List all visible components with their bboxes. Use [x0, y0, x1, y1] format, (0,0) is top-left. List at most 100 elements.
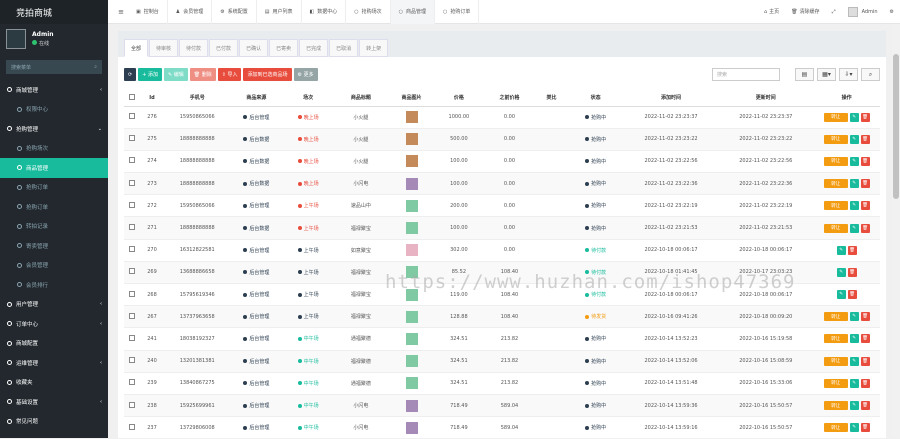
top-tab-5[interactable]: ○ 抢购场次 [346, 0, 391, 24]
table-search-input[interactable]: 搜索 [712, 68, 780, 81]
product-thumbnail[interactable] [405, 332, 418, 345]
transfer-button[interactable]: 转让 [823, 378, 848, 388]
top-tab-4[interactable]: ◧ 数据中心 [302, 0, 347, 24]
table-row[interactable]: 273 18888888888 后台数据 晚上场 小闪电 100.00 0.00 抢购中 202… [124, 172, 880, 195]
product-thumbnail[interactable] [405, 310, 418, 323]
delete-row-button[interactable]: 🗑 [860, 312, 870, 322]
transfer-button[interactable]: 转让 [823, 356, 848, 366]
row-checkbox[interactable] [128, 423, 135, 430]
menu-toggle-icon[interactable]: ≡ [114, 8, 128, 16]
delete-row-button[interactable]: 🗑 [860, 356, 870, 366]
sidebar-item-10[interactable]: 会员排行 [0, 275, 108, 295]
edit-row-button[interactable]: ✎ [849, 401, 859, 411]
top-tab-2[interactable]: ⚙ 系统配置 [212, 0, 257, 24]
product-thumbnail[interactable] [405, 133, 418, 146]
advanced-search-button[interactable]: ⌕ [861, 68, 880, 81]
edit-row-button[interactable]: ✎ [849, 312, 859, 322]
delete-row-button[interactable]: 🗑 [860, 334, 870, 344]
table-row[interactable]: 272 15950865066 后台管理 上午场 速品山中 200.00 0.00 抢购中 20… [124, 194, 880, 217]
status-tab-3[interactable]: 已付款 [209, 39, 239, 57]
sidebar-item-11[interactable]: 用户管理 ‹ [0, 295, 108, 315]
product-thumbnail[interactable] [405, 177, 418, 190]
top-tab-7[interactable]: ○ 抢购订单 [435, 0, 480, 24]
batch-add-button[interactable]: 添加到已选商品场 [243, 68, 292, 81]
sidebar-item-1[interactable]: 权限中心 [0, 100, 108, 120]
status-tab-5[interactable]: 已寄卖 [269, 39, 299, 57]
row-checkbox[interactable] [128, 312, 135, 319]
column-header[interactable]: 手机号 [164, 90, 230, 107]
transfer-button[interactable]: 转让 [823, 156, 848, 166]
top-tab-6[interactable]: ○ 商品管理 [390, 0, 436, 24]
status-tab-6[interactable]: 已完成 [299, 39, 329, 57]
edit-row-button[interactable]: ✎ [849, 112, 859, 122]
column-header[interactable]: 更新时间 [718, 90, 814, 107]
product-thumbnail[interactable] [405, 199, 418, 212]
add-button[interactable]: + 添加 [138, 68, 162, 81]
row-checkbox[interactable] [128, 179, 135, 186]
table-row[interactable]: 238 15925699961 后台管理 中午场 小闪电 718.49 589.04 抢购中 2… [124, 393, 880, 417]
product-thumbnail[interactable] [405, 355, 418, 368]
row-checkbox[interactable] [128, 224, 135, 231]
delete-row-button[interactable]: 🗑 [860, 201, 870, 211]
sidebar-item-3[interactable]: 抢购场次 [0, 139, 108, 159]
sidebar-item-7[interactable]: 转拍记录 [0, 217, 108, 237]
edit-row-button[interactable]: ✎ [849, 156, 859, 166]
delete-row-button[interactable]: 🗑 [860, 378, 870, 388]
transfer-button[interactable]: 转让 [823, 112, 848, 122]
row-checkbox[interactable] [128, 135, 135, 142]
sidebar-item-2[interactable]: 抢购管理 ⌄ [0, 119, 108, 139]
sidebar-item-17[interactable]: 常见问题 [0, 412, 108, 432]
transfer-button[interactable]: 转让 [823, 134, 848, 144]
column-header[interactable]: 类比 [535, 90, 568, 107]
edit-row-button[interactable]: ✎ [849, 356, 859, 366]
transfer-button[interactable]: 转让 [823, 401, 848, 411]
scrollbar-thumb[interactable] [893, 54, 899, 199]
delete-button[interactable]: 🗑 删除 [189, 68, 216, 81]
sidebar-item-8[interactable]: 寄卖管理 [0, 236, 108, 256]
column-header[interactable]: 场次 [283, 90, 333, 107]
delete-row-button[interactable]: 🗑 [860, 401, 870, 411]
status-tab-0[interactable]: 全部 [124, 39, 149, 57]
row-checkbox[interactable] [128, 113, 135, 120]
clear-cache-button[interactable]: 🗑 清除缓存 [785, 8, 825, 16]
import-button[interactable]: ⇪ 导入 [217, 68, 242, 81]
edit-row-button[interactable]: ✎ [849, 423, 859, 433]
sidebar-item-5[interactable]: 抢购订单 [0, 178, 108, 198]
delete-row-button[interactable]: 🗑 [860, 423, 870, 433]
edit-row-button[interactable]: ✎ [849, 134, 859, 144]
column-header[interactable]: Id [139, 90, 165, 107]
row-checkbox[interactable] [128, 334, 135, 341]
row-checkbox[interactable] [128, 268, 135, 275]
sidebar-item-6[interactable]: 抢购订单 [0, 197, 108, 217]
column-header[interactable]: 之前价格 [483, 90, 536, 107]
delete-row-button[interactable]: 🗑 [860, 134, 870, 144]
row-checkbox[interactable] [128, 201, 135, 208]
delete-row-button[interactable]: 🗑 [847, 267, 857, 277]
table-row[interactable]: 240 13201381381 后台管理 中午场 福禄聚德 324.51 213.82 抢购中… [124, 349, 880, 373]
admin-menu[interactable]: Admin [842, 6, 884, 17]
delete-row-button[interactable]: 🗑 [860, 112, 870, 122]
edit-row-button[interactable]: ✎ [836, 245, 846, 255]
edit-row-button[interactable]: ✎ [849, 378, 859, 388]
row-checkbox[interactable] [128, 401, 135, 408]
sidebar-search[interactable]: 搜索菜单 ⌕ [6, 60, 102, 74]
product-thumbnail[interactable] [405, 377, 418, 390]
sidebar-item-12[interactable]: 订单中心 ‹ [0, 314, 108, 334]
delete-row-button[interactable]: 🗑 [847, 245, 857, 255]
column-header[interactable]: 价格 [434, 90, 484, 107]
row-checkbox[interactable] [128, 357, 135, 364]
table-row[interactable]: 270 16312822581 后台管理 上午场 如意聚宝 302.00 0.00 待付款 20… [124, 238, 880, 262]
product-thumbnail[interactable] [405, 244, 418, 257]
sidebar-item-14[interactable]: 运维管理 ‹ [0, 353, 108, 373]
more-button[interactable]: ⚙ 更多 [293, 68, 318, 81]
table-row[interactable]: 274 18888888888 后台数据 晚上场 小火腿 100.00 0.00 抢购中 202… [124, 149, 880, 173]
settings-button[interactable]: ⚙ [884, 9, 900, 15]
table-row[interactable]: 267 13737963658 后台管理 上午场 福禄聚宝 128.88 108.40 待发货… [124, 305, 880, 328]
table-row[interactable]: 241 18038192327 后台管理 中午场 通福聚德 324.51 213.82 抢购中… [124, 327, 880, 351]
transfer-button[interactable]: 转让 [823, 179, 848, 189]
page-scrollbar[interactable] [892, 24, 900, 438]
columns-button[interactable]: ▦▾ [817, 68, 836, 81]
edit-row-button[interactable]: ✎ [849, 334, 859, 344]
edit-row-button[interactable]: ✎ [836, 290, 846, 300]
column-header[interactable]: 商品标题 [332, 90, 389, 107]
